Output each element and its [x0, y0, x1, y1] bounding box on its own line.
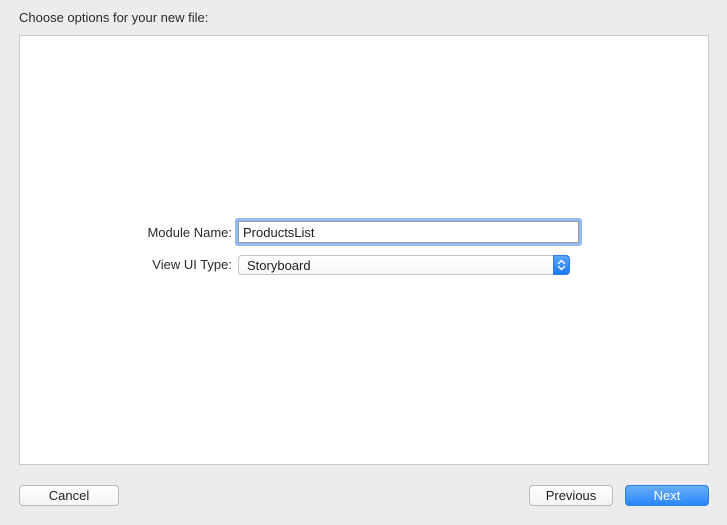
view-ui-type-selected-value: Storyboard	[247, 258, 311, 273]
page-title: Choose options for your new file:	[19, 10, 209, 25]
view-ui-type-select[interactable]: Storyboard	[238, 255, 570, 275]
options-panel: Module Name: View UI Type: Storyboard	[19, 35, 709, 465]
cancel-button[interactable]: Cancel	[19, 485, 119, 506]
module-name-label: Module Name:	[147, 225, 232, 240]
up-down-arrows-icon	[553, 255, 570, 275]
module-name-input[interactable]	[238, 221, 579, 243]
previous-button[interactable]: Previous	[529, 485, 613, 506]
next-button[interactable]: Next	[625, 485, 709, 506]
view-ui-type-label: View UI Type:	[152, 257, 232, 272]
view-ui-type-row: View UI Type: Storyboard	[20, 254, 708, 278]
module-name-row: Module Name:	[20, 221, 708, 245]
